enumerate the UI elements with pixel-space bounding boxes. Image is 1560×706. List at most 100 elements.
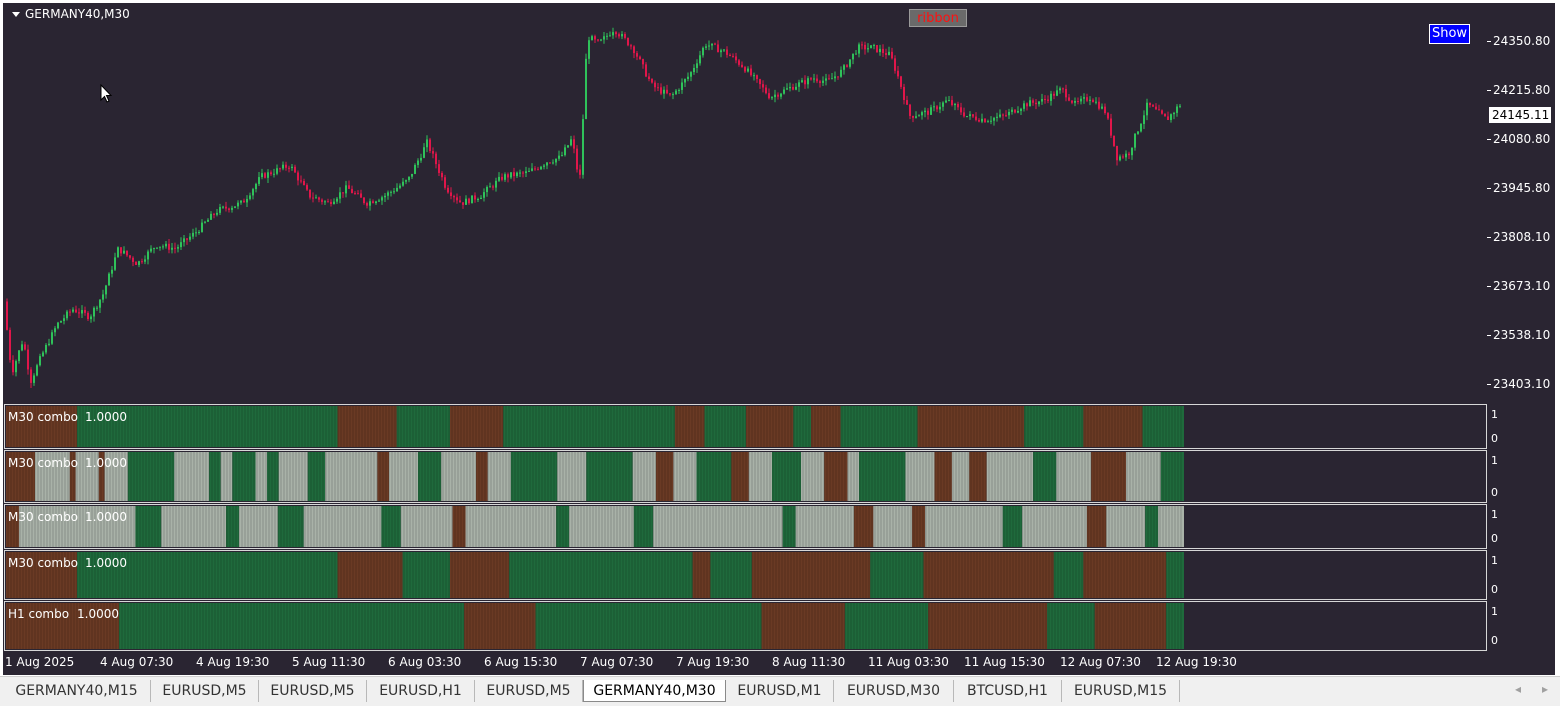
bear-candle <box>618 34 620 37</box>
bear-candle <box>759 79 761 85</box>
bull-candle <box>693 67 695 73</box>
time-tick-label: 11 Aug 15:30 <box>964 655 1045 669</box>
ribbon-label[interactable]: ribbon <box>909 9 967 27</box>
neutral-block <box>653 506 783 547</box>
indicator-pane-2[interactable]: M30 combo 1.0000 <box>4 450 1487 503</box>
bull-candle <box>840 69 842 77</box>
bull-candle <box>399 185 401 188</box>
bull-candle <box>42 352 44 357</box>
bull-candle <box>510 172 512 178</box>
chart-tab[interactable]: EURUSD,M5 <box>151 680 259 702</box>
bear-candle <box>777 94 779 97</box>
price-tick-label: 24215.80 <box>1493 83 1551 97</box>
indicator-pane-1[interactable]: M30 combo 1.0000 <box>4 404 1487 449</box>
chart-tab[interactable]: EURUSD,M15 <box>1062 680 1180 702</box>
indicator-value: 1.0000 <box>85 410 127 424</box>
bull-candle <box>231 207 233 210</box>
bear-candle <box>804 80 806 85</box>
bull-candle <box>336 198 338 202</box>
bear-candle <box>6 301 8 330</box>
time-tick-label: 5 Aug 11:30 <box>292 655 366 669</box>
bull-candle <box>588 40 590 59</box>
bear-candle <box>717 44 719 53</box>
bear-candle <box>141 261 143 263</box>
show-button[interactable]: Show <box>1429 24 1470 44</box>
indicator-tick-bottom: 0 <box>1491 532 1498 545</box>
chart-tab[interactable]: EURUSD,M1 <box>726 680 834 702</box>
bear-candle <box>726 49 728 55</box>
bear-candle <box>501 176 503 180</box>
bear-block <box>1086 506 1107 547</box>
bull-candle <box>1119 156 1121 161</box>
bull-candle <box>603 36 605 40</box>
bull-candle <box>525 171 527 174</box>
bear-candle <box>894 58 896 71</box>
bull-candle <box>771 97 773 99</box>
bear-candle <box>24 344 26 350</box>
bear-candle <box>765 87 767 94</box>
price-tick-mark <box>1487 188 1491 189</box>
bear-candle <box>126 250 128 256</box>
bear-candle <box>1065 89 1067 98</box>
bull-block <box>307 452 326 501</box>
indicator-pane-3[interactable]: M30 combo 1.0000 <box>4 504 1487 549</box>
indicator-tick-top: 1 <box>1491 408 1498 421</box>
price-chart-pane[interactable]: GERMANY40,M30 ribbon Show <box>4 3 1487 403</box>
scroll-right-icon[interactable]: ▸ <box>1542 682 1548 696</box>
indicator-pane-5[interactable]: H1 combo 1.0000 <box>4 601 1487 651</box>
time-tick-label: 8 Aug 11:30 <box>772 655 846 669</box>
bull-candle <box>138 261 140 265</box>
indicator-pane-4[interactable]: M30 combo 1.0000 <box>4 550 1487 600</box>
bull-block <box>396 406 450 447</box>
scroll-left-icon[interactable]: ◂ <box>1515 682 1521 696</box>
bull-candle <box>483 192 485 198</box>
bear-candle <box>174 247 176 249</box>
bull-candle <box>699 55 701 64</box>
chart-tab-bar: GERMANY40,M15 EURUSD,M5 EURUSD,M5 EURUSD,H1… <box>0 676 1560 706</box>
chart-tab[interactable]: EURUSD,M30 <box>834 680 954 702</box>
bear-candle <box>1026 103 1028 107</box>
bull-candle <box>1074 100 1076 103</box>
bear-candle <box>12 359 14 373</box>
bear-candle <box>1110 118 1112 136</box>
chart-tab[interactable]: EURUSD,H1 <box>367 680 475 702</box>
neutral-block <box>220 452 233 501</box>
bull-candle <box>282 164 284 169</box>
bull-candle <box>681 82 683 90</box>
bear-candle <box>243 200 245 203</box>
chart-tab[interactable]: EURUSD,M5 <box>475 680 583 702</box>
bull-candle <box>402 181 404 186</box>
bull-candle <box>1083 97 1085 99</box>
indicator-histogram <box>6 603 1184 649</box>
bull-candle <box>795 86 797 90</box>
bull-candle <box>210 213 212 220</box>
time-tick-label: 6 Aug 15:30 <box>484 655 558 669</box>
indicator-tick-bottom: 0 <box>1491 634 1498 647</box>
bull-candle <box>486 186 488 193</box>
bear-block <box>928 603 1048 649</box>
chart-tab[interactable]: BTCUSD,H1 <box>954 680 1062 702</box>
dropdown-triangle-icon[interactable] <box>12 12 20 17</box>
bear-candle <box>927 110 929 115</box>
bull-block <box>556 506 570 547</box>
symbol-title[interactable]: GERMANY40,M30 <box>12 7 130 21</box>
bull-candle <box>690 72 692 77</box>
chart-tab[interactable]: GERMANY40,M30 <box>583 680 726 702</box>
bull-candle <box>204 221 206 223</box>
bull-block <box>793 406 812 447</box>
bear-candle <box>744 67 746 72</box>
bull-candle <box>822 80 824 83</box>
bull-candle <box>324 201 326 203</box>
bear-candle <box>1167 116 1169 121</box>
bull-candle <box>939 106 941 110</box>
bear-candle <box>627 37 629 46</box>
chart-tab[interactable]: GERMANY40,M15 <box>3 680 151 702</box>
bull-candle <box>915 116 917 118</box>
bull-candle <box>21 344 23 351</box>
bear-candle <box>837 76 839 78</box>
bull-candle <box>45 344 47 353</box>
bull-candle <box>519 172 521 174</box>
chart-tab[interactable]: EURUSD,M5 <box>259 680 367 702</box>
bull-candle <box>216 212 218 215</box>
bear-candle <box>912 115 914 118</box>
